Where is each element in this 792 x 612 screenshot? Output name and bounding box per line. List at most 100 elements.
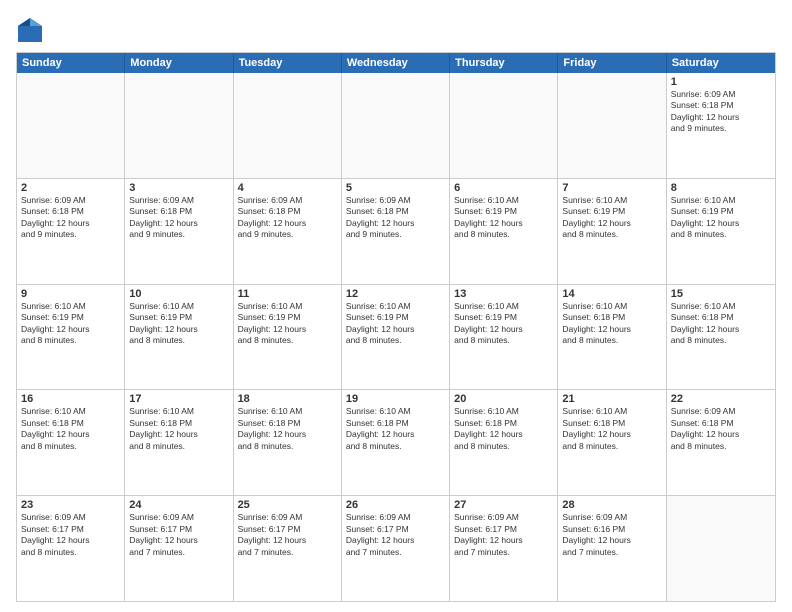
- header: [16, 16, 776, 44]
- day-cell-4: 4Sunrise: 6:09 AM Sunset: 6:18 PM Daylig…: [234, 179, 342, 284]
- empty-cell-0-3: [342, 73, 450, 178]
- day-info: Sunrise: 6:10 AM Sunset: 6:18 PM Dayligh…: [129, 406, 228, 452]
- empty-cell-4-6: [667, 496, 775, 601]
- day-number: 18: [238, 393, 337, 405]
- day-cell-11: 11Sunrise: 6:10 AM Sunset: 6:19 PM Dayli…: [234, 285, 342, 390]
- day-info: Sunrise: 6:10 AM Sunset: 6:19 PM Dayligh…: [21, 301, 120, 347]
- day-cell-6: 6Sunrise: 6:10 AM Sunset: 6:19 PM Daylig…: [450, 179, 558, 284]
- header-day-wednesday: Wednesday: [342, 53, 450, 73]
- day-number: 19: [346, 393, 445, 405]
- day-number: 25: [238, 499, 337, 511]
- day-cell-12: 12Sunrise: 6:10 AM Sunset: 6:19 PM Dayli…: [342, 285, 450, 390]
- empty-cell-0-1: [125, 73, 233, 178]
- day-info: Sunrise: 6:10 AM Sunset: 6:19 PM Dayligh…: [346, 301, 445, 347]
- page: SundayMondayTuesdayWednesdayThursdayFrid…: [0, 0, 792, 612]
- day-info: Sunrise: 6:09 AM Sunset: 6:18 PM Dayligh…: [238, 195, 337, 241]
- day-cell-24: 24Sunrise: 6:09 AM Sunset: 6:17 PM Dayli…: [125, 496, 233, 601]
- day-number: 14: [562, 288, 661, 300]
- week-row-1: 1Sunrise: 6:09 AM Sunset: 6:18 PM Daylig…: [17, 73, 775, 179]
- empty-cell-0-4: [450, 73, 558, 178]
- day-number: 26: [346, 499, 445, 511]
- day-info: Sunrise: 6:10 AM Sunset: 6:19 PM Dayligh…: [238, 301, 337, 347]
- day-number: 20: [454, 393, 553, 405]
- day-info: Sunrise: 6:10 AM Sunset: 6:19 PM Dayligh…: [562, 195, 661, 241]
- day-cell-3: 3Sunrise: 6:09 AM Sunset: 6:18 PM Daylig…: [125, 179, 233, 284]
- day-info: Sunrise: 6:09 AM Sunset: 6:17 PM Dayligh…: [21, 512, 120, 558]
- calendar-header: SundayMondayTuesdayWednesdayThursdayFrid…: [17, 53, 775, 73]
- day-cell-7: 7Sunrise: 6:10 AM Sunset: 6:19 PM Daylig…: [558, 179, 666, 284]
- calendar-body: 1Sunrise: 6:09 AM Sunset: 6:18 PM Daylig…: [17, 73, 775, 601]
- day-number: 6: [454, 182, 553, 194]
- header-day-saturday: Saturday: [667, 53, 775, 73]
- day-number: 11: [238, 288, 337, 300]
- header-day-friday: Friday: [558, 53, 666, 73]
- day-cell-27: 27Sunrise: 6:09 AM Sunset: 6:17 PM Dayli…: [450, 496, 558, 601]
- day-info: Sunrise: 6:09 AM Sunset: 6:18 PM Dayligh…: [21, 195, 120, 241]
- day-cell-10: 10Sunrise: 6:10 AM Sunset: 6:19 PM Dayli…: [125, 285, 233, 390]
- day-info: Sunrise: 6:09 AM Sunset: 6:17 PM Dayligh…: [238, 512, 337, 558]
- day-info: Sunrise: 6:09 AM Sunset: 6:16 PM Dayligh…: [562, 512, 661, 558]
- day-cell-2: 2Sunrise: 6:09 AM Sunset: 6:18 PM Daylig…: [17, 179, 125, 284]
- week-row-5: 23Sunrise: 6:09 AM Sunset: 6:17 PM Dayli…: [17, 496, 775, 601]
- day-info: Sunrise: 6:09 AM Sunset: 6:18 PM Dayligh…: [346, 195, 445, 241]
- calendar: SundayMondayTuesdayWednesdayThursdayFrid…: [16, 52, 776, 602]
- day-info: Sunrise: 6:09 AM Sunset: 6:18 PM Dayligh…: [671, 89, 771, 135]
- day-number: 28: [562, 499, 661, 511]
- day-number: 24: [129, 499, 228, 511]
- header-day-sunday: Sunday: [17, 53, 125, 73]
- logo: [16, 16, 48, 44]
- day-info: Sunrise: 6:09 AM Sunset: 6:17 PM Dayligh…: [346, 512, 445, 558]
- day-info: Sunrise: 6:10 AM Sunset: 6:18 PM Dayligh…: [671, 301, 771, 347]
- header-day-tuesday: Tuesday: [234, 53, 342, 73]
- day-number: 5: [346, 182, 445, 194]
- day-cell-20: 20Sunrise: 6:10 AM Sunset: 6:18 PM Dayli…: [450, 390, 558, 495]
- day-info: Sunrise: 6:10 AM Sunset: 6:19 PM Dayligh…: [671, 195, 771, 241]
- day-number: 12: [346, 288, 445, 300]
- day-cell-15: 15Sunrise: 6:10 AM Sunset: 6:18 PM Dayli…: [667, 285, 775, 390]
- empty-cell-0-2: [234, 73, 342, 178]
- day-cell-21: 21Sunrise: 6:10 AM Sunset: 6:18 PM Dayli…: [558, 390, 666, 495]
- day-number: 10: [129, 288, 228, 300]
- day-info: Sunrise: 6:09 AM Sunset: 6:18 PM Dayligh…: [129, 195, 228, 241]
- day-cell-13: 13Sunrise: 6:10 AM Sunset: 6:19 PM Dayli…: [450, 285, 558, 390]
- day-cell-25: 25Sunrise: 6:09 AM Sunset: 6:17 PM Dayli…: [234, 496, 342, 601]
- day-number: 3: [129, 182, 228, 194]
- day-info: Sunrise: 6:10 AM Sunset: 6:18 PM Dayligh…: [562, 406, 661, 452]
- week-row-4: 16Sunrise: 6:10 AM Sunset: 6:18 PM Dayli…: [17, 390, 775, 496]
- day-number: 16: [21, 393, 120, 405]
- day-number: 2: [21, 182, 120, 194]
- day-number: 17: [129, 393, 228, 405]
- empty-cell-0-5: [558, 73, 666, 178]
- day-number: 27: [454, 499, 553, 511]
- week-row-3: 9Sunrise: 6:10 AM Sunset: 6:19 PM Daylig…: [17, 285, 775, 391]
- day-info: Sunrise: 6:10 AM Sunset: 6:19 PM Dayligh…: [129, 301, 228, 347]
- day-number: 13: [454, 288, 553, 300]
- day-number: 1: [671, 76, 771, 88]
- day-info: Sunrise: 6:10 AM Sunset: 6:18 PM Dayligh…: [21, 406, 120, 452]
- day-info: Sunrise: 6:10 AM Sunset: 6:18 PM Dayligh…: [454, 406, 553, 452]
- day-cell-19: 19Sunrise: 6:10 AM Sunset: 6:18 PM Dayli…: [342, 390, 450, 495]
- day-cell-28: 28Sunrise: 6:09 AM Sunset: 6:16 PM Dayli…: [558, 496, 666, 601]
- day-info: Sunrise: 6:09 AM Sunset: 6:18 PM Dayligh…: [671, 406, 771, 452]
- week-row-2: 2Sunrise: 6:09 AM Sunset: 6:18 PM Daylig…: [17, 179, 775, 285]
- day-number: 21: [562, 393, 661, 405]
- day-info: Sunrise: 6:10 AM Sunset: 6:18 PM Dayligh…: [238, 406, 337, 452]
- day-number: 15: [671, 288, 771, 300]
- day-cell-23: 23Sunrise: 6:09 AM Sunset: 6:17 PM Dayli…: [17, 496, 125, 601]
- day-number: 9: [21, 288, 120, 300]
- header-day-monday: Monday: [125, 53, 233, 73]
- logo-icon: [16, 16, 44, 44]
- day-number: 8: [671, 182, 771, 194]
- day-info: Sunrise: 6:10 AM Sunset: 6:18 PM Dayligh…: [562, 301, 661, 347]
- day-cell-8: 8Sunrise: 6:10 AM Sunset: 6:19 PM Daylig…: [667, 179, 775, 284]
- day-cell-16: 16Sunrise: 6:10 AM Sunset: 6:18 PM Dayli…: [17, 390, 125, 495]
- day-cell-14: 14Sunrise: 6:10 AM Sunset: 6:18 PM Dayli…: [558, 285, 666, 390]
- day-cell-5: 5Sunrise: 6:09 AM Sunset: 6:18 PM Daylig…: [342, 179, 450, 284]
- day-info: Sunrise: 6:09 AM Sunset: 6:17 PM Dayligh…: [454, 512, 553, 558]
- day-cell-22: 22Sunrise: 6:09 AM Sunset: 6:18 PM Dayli…: [667, 390, 775, 495]
- day-number: 7: [562, 182, 661, 194]
- day-info: Sunrise: 6:10 AM Sunset: 6:19 PM Dayligh…: [454, 301, 553, 347]
- day-info: Sunrise: 6:10 AM Sunset: 6:19 PM Dayligh…: [454, 195, 553, 241]
- day-cell-18: 18Sunrise: 6:10 AM Sunset: 6:18 PM Dayli…: [234, 390, 342, 495]
- day-number: 23: [21, 499, 120, 511]
